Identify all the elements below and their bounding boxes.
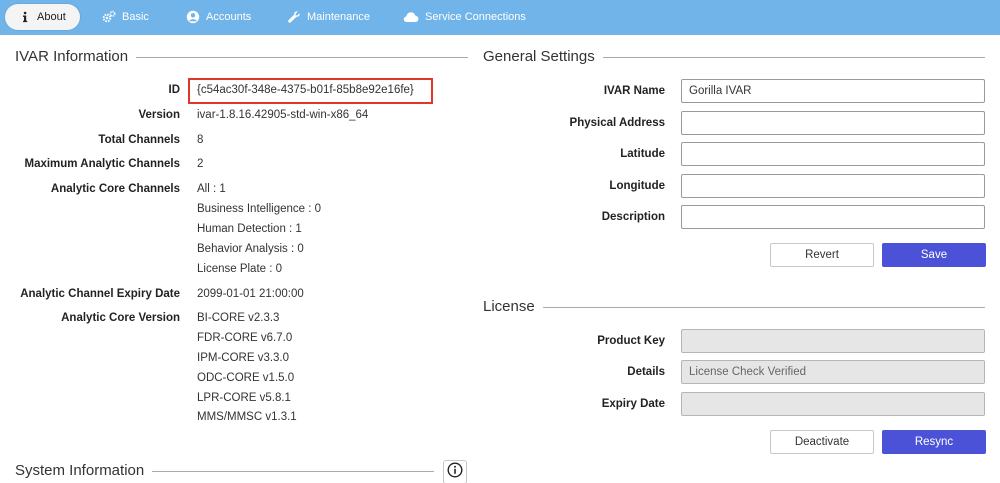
physical-address-label: Physical Address xyxy=(569,117,665,129)
tab-accounts[interactable]: Accounts xyxy=(186,4,251,30)
core-channel-item: Behavior Analysis : 0 xyxy=(197,243,304,255)
cloud-icon xyxy=(403,10,419,24)
tab-label: About xyxy=(37,11,66,23)
core-version-item: ODC-CORE v1.5.0 xyxy=(197,372,295,384)
wrench-icon xyxy=(287,10,301,24)
section-divider xyxy=(603,57,985,58)
tab-basic[interactable]: Basic xyxy=(102,4,149,30)
license-expiry-label: Expiry Date xyxy=(601,398,665,410)
tab-label: Service Connections xyxy=(425,11,526,23)
longitude-label: Longitude xyxy=(609,180,665,192)
revert-button[interactable]: Revert xyxy=(770,243,874,267)
save-button[interactable]: Save xyxy=(882,243,986,267)
section-divider xyxy=(136,57,468,58)
details-label: Details xyxy=(627,366,665,378)
core-version-item: IPM-CORE v3.3.0 xyxy=(197,352,290,364)
tab-maintenance[interactable]: Maintenance xyxy=(287,4,370,30)
deactivate-button[interactable]: Deactivate xyxy=(770,430,874,454)
core-channel-item: License Plate : 0 xyxy=(197,263,283,275)
analytic-channel-expiry-value: 2099-01-01 21:00:00 xyxy=(197,288,304,300)
details-input[interactable] xyxy=(681,360,985,384)
version-value: ivar-1.8.16.42905-std-win-x86_64 xyxy=(197,109,369,121)
tab-label: Maintenance xyxy=(307,11,370,23)
system-info-button[interactable] xyxy=(443,460,467,483)
general-settings-title: General Settings xyxy=(483,48,595,65)
system-information-title: System Information xyxy=(15,462,145,479)
analytic-core-channels-label: Analytic Core Channels xyxy=(50,183,180,195)
core-channel-item: All : 1 xyxy=(197,183,226,195)
core-version-item: MMS/MMSC v1.3.1 xyxy=(197,411,297,423)
license-title: License xyxy=(483,298,535,315)
product-key-input[interactable] xyxy=(681,329,985,353)
product-key-label: Product Key xyxy=(597,335,665,347)
top-nav-bar: About Basic Accounts Maintenance Service… xyxy=(0,0,1000,35)
section-divider xyxy=(152,471,434,472)
id-value: {c54ac30f-348e-4375-b01f-85b8e92e16fe} xyxy=(197,84,414,96)
analytic-channel-expiry-label: Analytic Channel Expiry Date xyxy=(20,288,180,300)
resync-button[interactable]: Resync xyxy=(882,430,986,454)
info-icon xyxy=(19,10,31,24)
tab-label: Accounts xyxy=(206,11,252,23)
analytic-core-version-label: Analytic Core Version xyxy=(61,312,180,324)
info-circle-icon xyxy=(447,461,463,483)
physical-address-input[interactable] xyxy=(681,111,985,135)
longitude-input[interactable] xyxy=(681,174,985,198)
license-expiry-input[interactable] xyxy=(681,392,985,416)
tab-about[interactable]: About xyxy=(5,4,80,30)
latitude-input[interactable] xyxy=(681,142,985,166)
core-version-item: BI-CORE v2.3.3 xyxy=(197,312,280,324)
total-channels-label: Total Channels xyxy=(98,134,180,146)
version-label: Version xyxy=(138,109,180,121)
tab-label: Basic xyxy=(122,11,149,23)
description-input[interactable] xyxy=(681,205,985,229)
max-analytic-channels-label: Maximum Analytic Channels xyxy=(24,158,180,170)
total-channels-value: 8 xyxy=(197,134,204,146)
user-icon xyxy=(186,10,200,24)
max-analytic-channels-value: 2 xyxy=(197,158,204,170)
gears-icon xyxy=(102,10,116,24)
ivar-information-title: IVAR Information xyxy=(15,48,129,65)
id-label: ID xyxy=(168,84,181,96)
latitude-label: Latitude xyxy=(620,148,665,160)
core-version-item: LPR-CORE v5.8.1 xyxy=(197,392,291,404)
ivar-name-label: IVAR Name xyxy=(603,85,665,97)
tab-service-connections[interactable]: Service Connections xyxy=(403,4,526,30)
core-version-item: FDR-CORE v6.7.0 xyxy=(197,332,293,344)
core-channel-item: Human Detection : 1 xyxy=(197,223,302,235)
section-divider xyxy=(543,307,985,308)
description-label: Description xyxy=(601,211,665,223)
ivar-name-input[interactable] xyxy=(681,79,985,103)
core-channel-item: Business Intelligence : 0 xyxy=(197,203,322,215)
